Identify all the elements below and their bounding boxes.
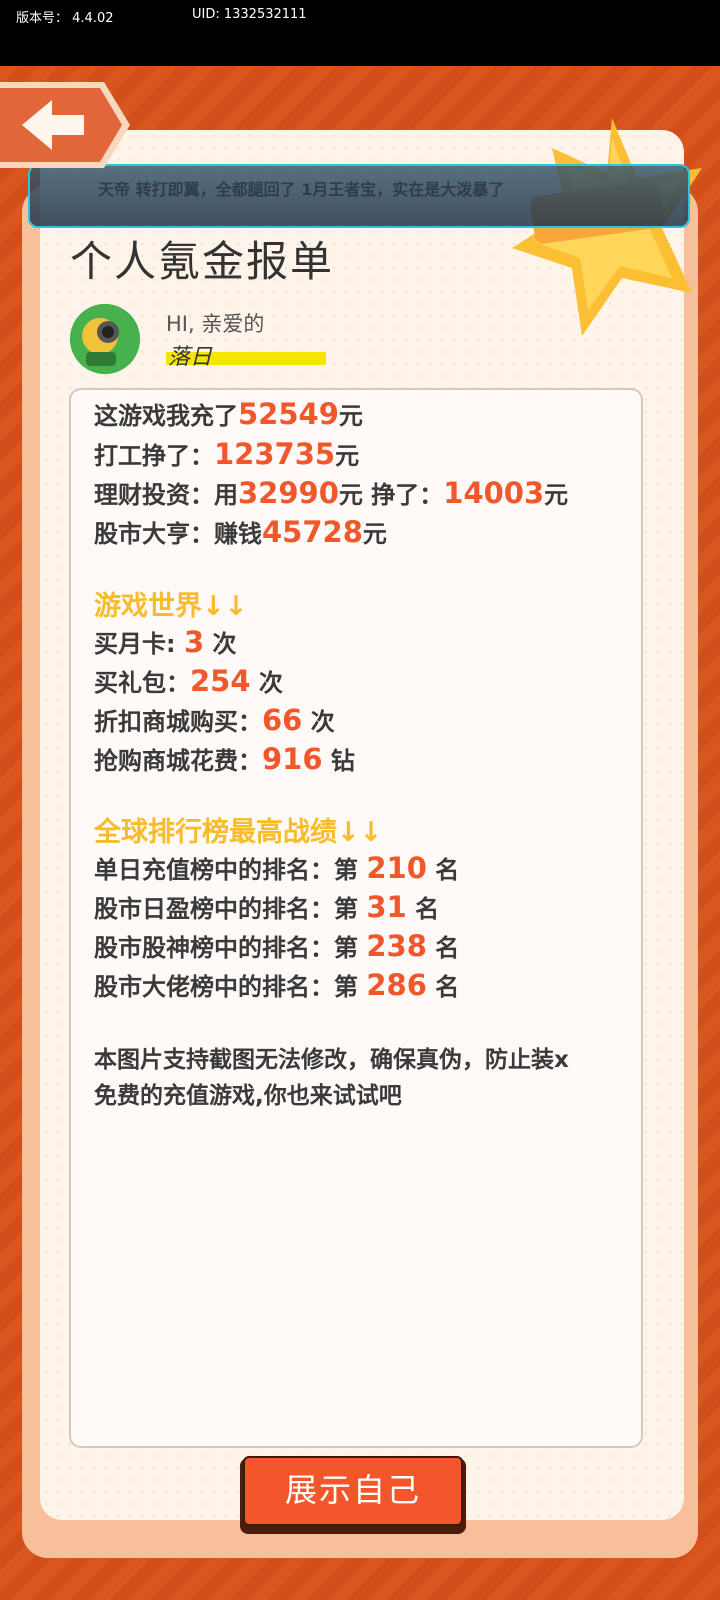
stock-value: 45728 bbox=[262, 515, 363, 549]
rank-god-value: 238 bbox=[366, 929, 427, 963]
avatar[interactable] bbox=[70, 304, 140, 374]
month-card-line: 买月卡: 3 次 bbox=[94, 625, 237, 659]
month-card-value: 3 bbox=[183, 625, 205, 659]
recharge-line: 这游戏我充了52549元 bbox=[94, 397, 363, 431]
username: 落日 bbox=[168, 345, 213, 370]
discount-shop-line: 折扣商城购买：66 次 bbox=[94, 703, 335, 737]
rank-boss-value: 286 bbox=[366, 968, 427, 1002]
rank-profit-value: 31 bbox=[366, 890, 407, 924]
rush-shop-line: 抢购商城花费：916 钻 bbox=[94, 742, 355, 776]
stock-line: 股市大亨：赚钱45728元 bbox=[94, 515, 387, 549]
rank-recharge-line: 单日充值榜中的排名：第 210 名 bbox=[94, 851, 460, 885]
footer-line-2: 免费的充值游戏,你也来试试吧 bbox=[94, 1083, 402, 1109]
rank-recharge-value: 210 bbox=[366, 851, 427, 885]
uid-label: UID: 1332532111 bbox=[192, 7, 307, 22]
status-bar: 版本号： 4.4.02 UID: 1332532111 bbox=[0, 0, 720, 66]
news-ticker: 天帝 转打即翼，全都腿回了 1月王者宝，实在是大泼暴了 bbox=[28, 164, 690, 228]
finance-invest-value: 32990 bbox=[238, 476, 339, 510]
show-self-button[interactable]: 展示自己 bbox=[243, 1456, 463, 1526]
rush-shop-value: 916 bbox=[262, 742, 323, 776]
gift-pack-value: 254 bbox=[190, 664, 251, 698]
game-world-header: 游戏世界↓↓ bbox=[94, 591, 248, 622]
recharge-value: 52549 bbox=[238, 397, 339, 431]
version-label: 版本号： 4.4.02 bbox=[16, 11, 114, 26]
rank-boss-line: 股市大佬榜中的排名：第 286 名 bbox=[94, 968, 460, 1002]
rank-profit-line: 股市日盈榜中的排名：第 31 名 bbox=[94, 890, 440, 924]
gift-pack-line: 买礼包：254 次 bbox=[94, 664, 283, 698]
work-value: 123735 bbox=[214, 437, 336, 471]
rank-god-line: 股市股神榜中的排名：第 238 名 bbox=[94, 929, 460, 963]
page-title: 个人氪金报单 bbox=[70, 237, 335, 286]
footer-line-1: 本图片支持截图无法修改，确保真伪，防止装x bbox=[94, 1047, 569, 1073]
discount-shop-value: 66 bbox=[262, 703, 303, 737]
back-button[interactable] bbox=[0, 82, 130, 168]
avatar-character-icon bbox=[70, 304, 140, 374]
ranking-header: 全球排行榜最高战绩↓↓ bbox=[94, 817, 383, 848]
greeting: HI, 亲爱的 bbox=[166, 312, 265, 336]
finance-line: 理财投资：用32990元 挣了：14003元 bbox=[94, 476, 569, 510]
ticker-text: 天帝 转打即翼，全都腿回了 1月王者宝，实在是大泼暴了 bbox=[98, 180, 505, 199]
work-line: 打工挣了：123735元 bbox=[94, 437, 360, 471]
finance-earn-value: 14003 bbox=[443, 476, 545, 510]
